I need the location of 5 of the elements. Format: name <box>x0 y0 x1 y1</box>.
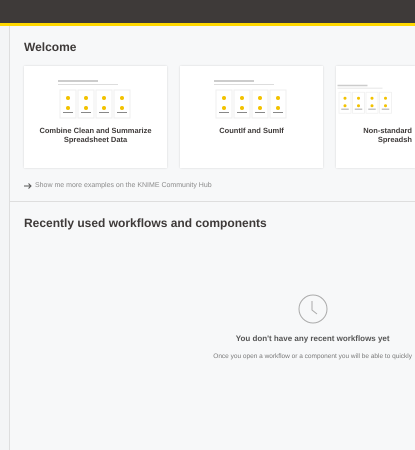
clock-icon <box>298 294 328 324</box>
section-title: Welcome <box>24 40 78 54</box>
section-title: Recently used workflows and components <box>24 216 268 230</box>
empty-state-title: You don't have any recent workflows yet <box>236 334 390 343</box>
arrow-icon <box>24 182 32 188</box>
